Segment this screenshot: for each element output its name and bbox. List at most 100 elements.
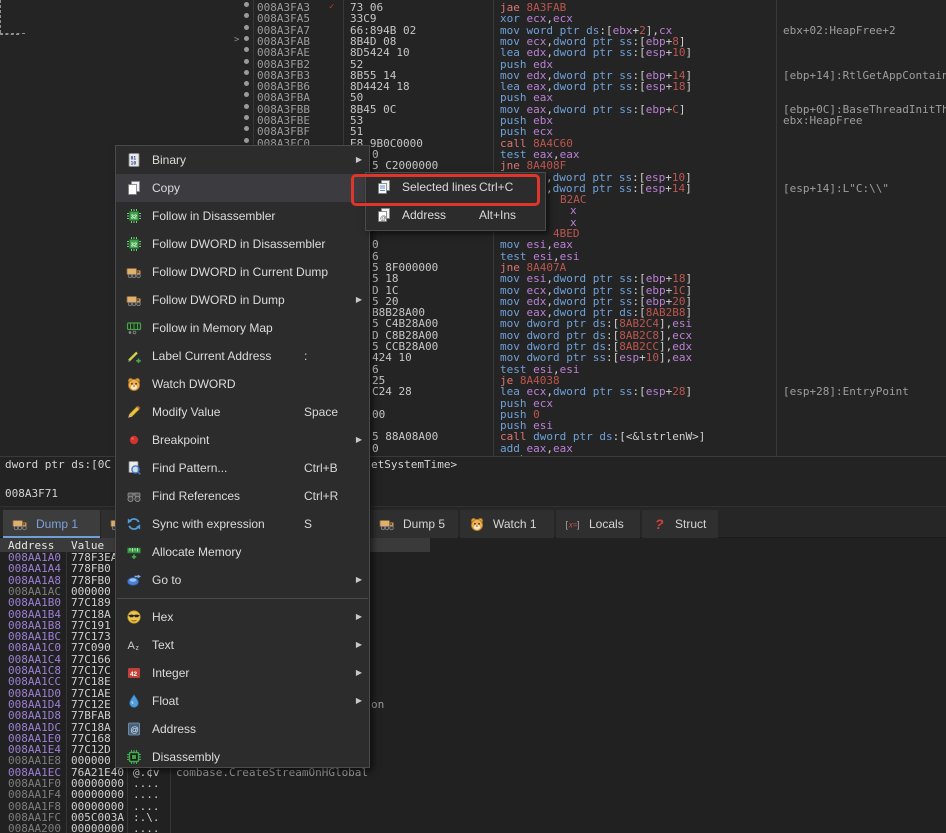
- breakpoint-dot-icon[interactable]: [244, 25, 249, 30]
- menu-item-shortcut: Ctrl+R: [304, 482, 338, 510]
- menu-item-follow-dword-in-dump[interactable]: Follow DWORD in Dump▶: [116, 286, 369, 314]
- dump-value: 00000000: [71, 823, 124, 833]
- label-icon: [126, 348, 142, 364]
- disasm-row[interactable]: 008A3FB38B55 14mov edx,dword ptr ss:[ebp…: [0, 70, 946, 82]
- debugger-window: > ✓008A3FA373 06jae 8A3FAB008A3FA533C9xo…: [0, 0, 946, 833]
- menu-item-modify-value[interactable]: Modify ValueSpace: [116, 398, 369, 426]
- tab-label: Watch 1: [493, 517, 537, 531]
- menu-item-label: Watch DWORD: [152, 370, 236, 398]
- instruction-bytes-fragment: 00: [372, 409, 385, 420]
- dump-address: 008AA1D8: [8, 710, 61, 721]
- instruction-bytes-fragment: 5 C2000000: [372, 160, 438, 171]
- menu-item-hex[interactable]: Hex▶: [116, 603, 369, 631]
- breakpoint-dot-icon[interactable]: [244, 70, 249, 75]
- disasmchip-icon: [126, 749, 142, 765]
- breakpoint-dot-icon[interactable]: [244, 115, 249, 120]
- dump-icon: [126, 264, 142, 280]
- menu-item-label: Find References: [152, 482, 240, 510]
- disasm-row[interactable]: 008A3FAB8B4D 08mov ecx,dword ptr ss:[ebp…: [0, 36, 946, 48]
- dump-address: 008AA1CC: [8, 676, 61, 687]
- menu-item-find-references[interactable]: Find References Ctrl+R: [116, 482, 369, 510]
- menu-item-label: Modify Value: [152, 398, 220, 426]
- dump-ascii: ....: [133, 789, 160, 800]
- menu-item-label-current-address[interactable]: Label Current Address:: [116, 342, 369, 370]
- menu-item-label: Follow DWORD in Disassembler: [152, 230, 325, 258]
- menu-item-float[interactable]: Float▶: [116, 687, 369, 715]
- instruction-bytes-fragment: 5 18: [372, 273, 399, 284]
- breakpoint-dot-icon[interactable]: [244, 47, 249, 52]
- menu-item-shortcut: :: [304, 342, 307, 370]
- dump-value: 778FB0: [71, 563, 111, 574]
- dump-address: 008AA1B0: [8, 597, 61, 608]
- breakpoint-dot-icon[interactable]: [244, 92, 249, 97]
- tab-dump-5[interactable]: Dump 5: [370, 510, 458, 538]
- menu-item-follow-in-disassembler[interactable]: 32Follow in Disassembler: [116, 202, 369, 230]
- breakpoint-dot-icon[interactable]: [244, 36, 249, 41]
- menu-item-label: Sync with expression: [152, 510, 265, 538]
- instruction-address: 008A3FA5: [257, 13, 310, 24]
- svg-text:32: 32: [131, 215, 137, 221]
- dump-address: 008AA1C0: [8, 642, 61, 653]
- disasm-row[interactable]: 008A3FA766:894B 02mov word ptr ds:[ebx+2…: [0, 25, 946, 37]
- menu-item-sync-with-expression[interactable]: Sync with expressionS: [116, 510, 369, 538]
- dump-icon: [126, 292, 142, 308]
- menu-item-allocate-memory[interactable]: Allocate Memory: [116, 538, 369, 566]
- menu-item-label: Follow DWORD in Current Dump: [152, 258, 328, 286]
- menu-item-address[interactable]: @ Address: [116, 715, 369, 743]
- menu-item-label: Hex: [152, 603, 173, 631]
- menu-item-find-pattern[interactable]: Find Pattern...Ctrl+B: [116, 454, 369, 482]
- svg-text:?: ?: [655, 516, 664, 532]
- breakpoint-dot-icon[interactable]: [244, 138, 249, 143]
- breakpoint-icon: [126, 432, 142, 448]
- menu-item-follow-in-memory-map[interactable]: Follow in Memory Map: [116, 314, 369, 342]
- hex-icon: [126, 609, 142, 625]
- disasm-row[interactable]: 008A3FBE53push ebxebx:HeapFree: [0, 115, 946, 127]
- float-icon: [126, 693, 142, 709]
- breakpoint-dot-icon[interactable]: [244, 13, 249, 18]
- copy-icon: [126, 180, 142, 196]
- menu-item-label: Find Pattern...: [152, 454, 227, 482]
- tab-locals[interactable]: [x=]Locals: [556, 510, 640, 538]
- tab-watch-1[interactable]: Watch 1: [460, 510, 554, 538]
- breakpoint-dot-icon[interactable]: [244, 81, 249, 86]
- dump-value: 77BFAB: [71, 710, 111, 721]
- menu-item-label: Follow DWORD in Dump: [152, 286, 285, 314]
- breakpoint-dot-icon[interactable]: [244, 126, 249, 131]
- submenu-arrow-icon: ▶: [356, 659, 362, 687]
- breakpoint-dot-icon[interactable]: [244, 104, 249, 109]
- breakpoint-dot-icon[interactable]: [244, 59, 249, 64]
- disasm-row[interactable]: ✓008A3FA373 06jae 8A3FAB: [0, 2, 946, 14]
- menu-item-follow-dword-in-current-dump[interactable]: Follow DWORD in Current Dump: [116, 258, 369, 286]
- tab-struct[interactable]: ?Struct: [642, 510, 718, 538]
- instruction-comment: [ebp+14]:RtlGetAppContainer: [783, 70, 946, 81]
- submenu-arrow-icon: ▶: [356, 631, 362, 659]
- menu-item-text[interactable]: AzText▶: [116, 631, 369, 659]
- breakpoint-dot-icon[interactable]: [244, 2, 249, 7]
- text-icon: Az: [126, 637, 142, 653]
- dump-comment-fragment: on: [371, 699, 384, 710]
- tab-dump-1[interactable]: Dump 1: [3, 510, 100, 538]
- menu-item-disassembly[interactable]: Disassembly: [116, 743, 369, 771]
- menu-item-label: Breakpoint: [152, 426, 209, 454]
- menu-item-follow-dword-in-disassembler[interactable]: 32Follow DWORD in Disassembler: [116, 230, 369, 258]
- menu-item-label: Integer: [152, 659, 189, 687]
- instruction-bytes: 50: [350, 92, 363, 103]
- menu-item-integer[interactable]: 42Integer▶: [116, 659, 369, 687]
- menu-item-copy[interactable]: Copy: [116, 174, 369, 202]
- disasm-row[interactable]: 008A3FAE8D5424 10lea edx,dword ptr ss:[e…: [0, 47, 946, 59]
- menu-item-binary[interactable]: 0110Binary▶: [116, 146, 369, 174]
- disasm-row[interactable]: 008A3FB68D4424 18lea eax,dword ptr ss:[e…: [0, 81, 946, 93]
- instruction-bytes: 8D5424 10: [350, 47, 410, 58]
- menu-item-watch-dword[interactable]: Watch DWORD: [116, 370, 369, 398]
- instruction-comment: [esp+28]:EntryPoint: [783, 386, 909, 397]
- submenu-arrow-icon: ▶: [356, 146, 362, 174]
- menu-item-label: Address: [152, 715, 196, 743]
- menu-item-breakpoint[interactable]: Breakpoint▶: [116, 426, 369, 454]
- instruction-bytes-fragment: 424 10: [372, 352, 412, 363]
- disasm-row[interactable]: 008A3FBF51push ecx: [0, 126, 946, 138]
- svg-text:@: @: [130, 725, 139, 735]
- menu-item-go-to[interactable]: Go to▶: [116, 566, 369, 594]
- jump-taken-icon: ✓: [329, 2, 334, 13]
- dump-value: 000000: [71, 755, 111, 766]
- dump-row[interactable]: 008AA20000000000....: [0, 823, 946, 833]
